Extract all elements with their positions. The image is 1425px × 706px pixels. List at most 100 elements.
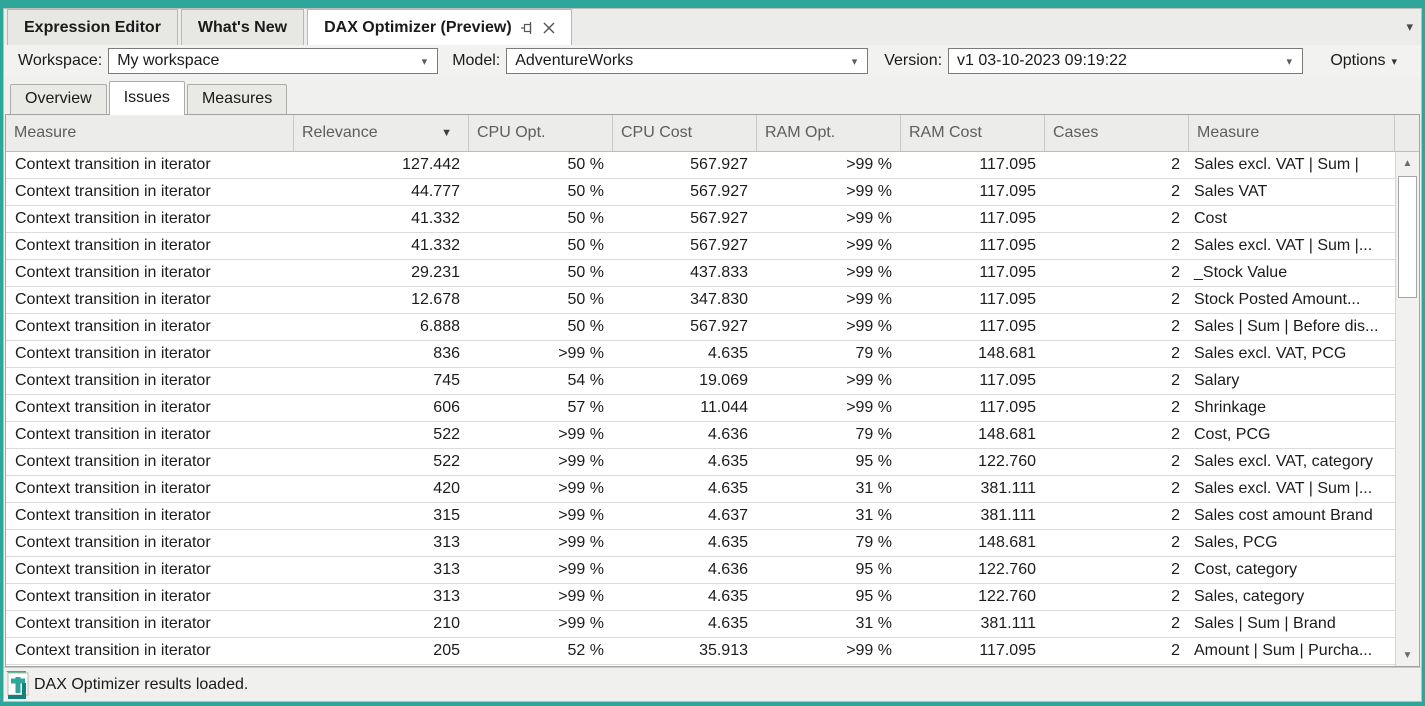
column-header-spacer xyxy=(1395,115,1419,151)
table-row[interactable]: Context transition in iterator 745 54 % … xyxy=(6,368,1395,395)
model-value: AdventureWorks xyxy=(515,52,633,70)
model-label: Model: xyxy=(452,52,500,70)
cell-ram-cost: 117.095 xyxy=(901,179,1045,205)
table-row[interactable]: Context transition in iterator 41.332 50… xyxy=(6,233,1395,260)
column-header-cpu-opt[interactable]: CPU Opt. xyxy=(469,115,613,151)
scrollbar-track[interactable] xyxy=(1396,174,1419,644)
table-row[interactable]: Context transition in iterator 522 >99 %… xyxy=(6,449,1395,476)
window-frame: Expression Editor What's New DAX Optimiz… xyxy=(0,0,1425,706)
tab-overflow-caret-icon[interactable]: ▾ xyxy=(1406,19,1413,35)
vertical-scrollbar[interactable]: ▲ ▼ xyxy=(1395,152,1419,666)
table-row[interactable]: Context transition in iterator 44.777 50… xyxy=(6,179,1395,206)
scroll-up-button[interactable]: ▲ xyxy=(1396,152,1419,174)
tab-dax-optimizer[interactable]: DAX Optimizer (Preview) xyxy=(307,9,572,45)
document-tab-strip: Expression Editor What's New DAX Optimiz… xyxy=(4,9,1421,45)
table-row[interactable]: Context transition in iterator 313 >99 %… xyxy=(6,530,1395,557)
cell-ram-opt: >99 % xyxy=(757,233,901,259)
column-header-cpu-cost[interactable]: CPU Cost xyxy=(613,115,757,151)
tab-whats-new[interactable]: What's New xyxy=(181,9,304,45)
cell-measure: Shrinkage xyxy=(1189,395,1395,421)
tab-label: DAX Optimizer (Preview) xyxy=(324,19,512,37)
cell-cpu-cost: 4.635 xyxy=(613,530,757,556)
cell-measure: Cost xyxy=(1189,206,1395,232)
cell-cases: 2 xyxy=(1045,530,1189,556)
grid-area: Context transition in iterator 127.442 5… xyxy=(6,152,1419,666)
tab-expression-editor[interactable]: Expression Editor xyxy=(7,9,178,45)
cell-cpu-opt: >99 % xyxy=(469,611,613,637)
table-row[interactable]: Context transition in iterator 606 57 % … xyxy=(6,395,1395,422)
table-row[interactable]: Context transition in iterator 313 >99 %… xyxy=(6,557,1395,584)
cell-relevance: 29.231 xyxy=(294,260,469,286)
cell-relevance: 522 xyxy=(294,449,469,475)
table-row[interactable]: Context transition in iterator 420 >99 %… xyxy=(6,476,1395,503)
tab-overview[interactable]: Overview xyxy=(10,84,107,114)
dax-optimizer-window: Expression Editor What's New DAX Optimiz… xyxy=(3,8,1422,702)
cell-cpu-cost: 4.635 xyxy=(613,476,757,502)
table-row[interactable]: Context transition in iterator 205 52 % … xyxy=(6,638,1395,665)
column-header-measure[interactable]: Measure xyxy=(6,115,294,151)
cell-cpu-opt: >99 % xyxy=(469,584,613,610)
chevron-down-icon: ▾ xyxy=(416,55,434,68)
cell-cpu-cost: 19.069 xyxy=(613,368,757,394)
scroll-down-button[interactable]: ▼ xyxy=(1396,644,1419,666)
table-row[interactable]: Context transition in iterator 836 >99 %… xyxy=(6,341,1395,368)
table-row[interactable]: Context transition in iterator 6.888 50 … xyxy=(6,314,1395,341)
model-dropdown[interactable]: AdventureWorks ▾ xyxy=(506,48,868,74)
cell-relevance: 313 xyxy=(294,530,469,556)
version-dropdown[interactable]: v1 03-10-2023 09:19:22 ▾ xyxy=(948,48,1303,74)
issues-grid-panel: Measure Relevance ▼ CPU Opt. CPU Cost RA… xyxy=(5,114,1420,667)
table-row[interactable]: Context transition in iterator 41.332 50… xyxy=(6,206,1395,233)
workspace-dropdown[interactable]: My workspace ▾ xyxy=(108,48,438,74)
options-label: Options xyxy=(1330,52,1385,70)
cell-cpu-opt: >99 % xyxy=(469,449,613,475)
cell-ram-cost: 117.095 xyxy=(901,368,1045,394)
cell-cpu-cost: 4.636 xyxy=(613,422,757,448)
table-row[interactable]: Context transition in iterator 127.442 5… xyxy=(6,152,1395,179)
cell-measure: Sales, category xyxy=(1189,584,1395,610)
cell-issue: Context transition in iterator xyxy=(6,206,294,232)
version-label: Version: xyxy=(884,52,942,70)
table-row[interactable]: Context transition in iterator 315 >99 %… xyxy=(6,503,1395,530)
column-header-cases[interactable]: Cases xyxy=(1045,115,1189,151)
column-header-ram-opt[interactable]: RAM Opt. xyxy=(757,115,901,151)
cell-issue: Context transition in iterator xyxy=(6,152,294,178)
pin-icon[interactable] xyxy=(520,21,535,35)
cell-cpu-cost: 35.913 xyxy=(613,638,757,664)
cell-cases: 2 xyxy=(1045,449,1189,475)
table-row[interactable]: Context transition in iterator 12.678 50… xyxy=(6,287,1395,314)
status-bar: DAX Optimizer results loaded. xyxy=(4,667,1421,701)
table-row[interactable]: Context transition in iterator 210 >99 %… xyxy=(6,611,1395,638)
column-header-measure-name[interactable]: Measure xyxy=(1189,115,1395,151)
scrollbar-thumb[interactable] xyxy=(1398,176,1417,298)
cell-measure: Sales cost amount Brand xyxy=(1189,503,1395,529)
options-button[interactable]: Options ▾ xyxy=(1322,49,1405,73)
cell-ram-opt: 79 % xyxy=(757,422,901,448)
table-row[interactable]: Context transition in iterator 522 >99 %… xyxy=(6,422,1395,449)
cell-ram-opt: >99 % xyxy=(757,260,901,286)
tab-measures[interactable]: Measures xyxy=(187,84,287,114)
cell-issue: Context transition in iterator xyxy=(6,179,294,205)
table-row[interactable]: Context transition in iterator 29.231 50… xyxy=(6,260,1395,287)
cell-cases: 2 xyxy=(1045,287,1189,313)
column-header-ram-cost[interactable]: RAM Cost xyxy=(901,115,1045,151)
cell-ram-cost: 122.760 xyxy=(901,584,1045,610)
cell-cases: 2 xyxy=(1045,638,1189,664)
table-row[interactable]: Context transition in iterator 313 >99 %… xyxy=(6,584,1395,611)
tab-label: Measures xyxy=(202,90,272,107)
cell-relevance: 313 xyxy=(294,557,469,583)
cell-cases: 2 xyxy=(1045,233,1189,259)
tab-issues[interactable]: Issues xyxy=(109,81,185,115)
cell-relevance: 836 xyxy=(294,341,469,367)
cell-issue: Context transition in iterator xyxy=(6,287,294,313)
cell-ram-cost: 122.760 xyxy=(901,449,1045,475)
cell-cases: 2 xyxy=(1045,152,1189,178)
cell-ram-cost: 117.095 xyxy=(901,287,1045,313)
cell-relevance: 6.888 xyxy=(294,314,469,340)
chevron-down-icon: ▾ xyxy=(846,55,864,68)
column-header-relevance[interactable]: Relevance ▼ xyxy=(294,115,469,151)
cell-cpu-cost: 4.637 xyxy=(613,503,757,529)
cell-relevance: 420 xyxy=(294,476,469,502)
cell-issue: Context transition in iterator xyxy=(6,503,294,529)
close-icon[interactable] xyxy=(543,22,555,34)
cell-ram-cost: 117.095 xyxy=(901,152,1045,178)
